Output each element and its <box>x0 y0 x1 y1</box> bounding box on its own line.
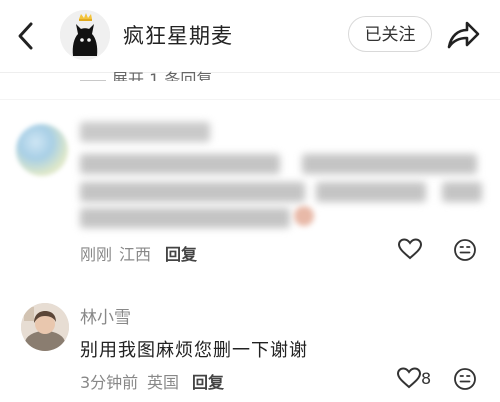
comment-time: 刚刚 <box>80 245 113 264</box>
expand-replies-link[interactable]: 展开 1 条回复 <box>112 67 212 81</box>
heart-icon[interactable] <box>397 237 423 261</box>
blurred-text-line <box>80 208 290 228</box>
emoji-icon[interactable] <box>453 238 477 262</box>
blurred-text-line <box>80 154 280 174</box>
user-avatar[interactable] <box>21 303 69 351</box>
follow-button[interactable]: 已关注 <box>348 16 432 52</box>
comment-divider <box>0 99 500 100</box>
comment-location: 江西 <box>119 245 152 264</box>
comment-time: 3分钟前 <box>80 373 139 392</box>
blurred-text-line <box>316 182 426 202</box>
reply-button[interactable]: 回复 <box>192 369 224 393</box>
blurred-text-line <box>80 182 305 202</box>
like-count: 8 <box>421 369 432 388</box>
back-arrow-icon[interactable] <box>12 20 40 52</box>
blurred-username <box>80 122 210 142</box>
comment-text: 别用我图麻烦您删一下谢谢 <box>80 340 308 361</box>
reply-button[interactable]: 回复 <box>165 241 197 265</box>
page-title: 疯狂星期麦 <box>123 24 233 48</box>
blurred-text-line <box>302 154 477 174</box>
heart-icon[interactable] <box>396 366 422 390</box>
blurred-avatar[interactable] <box>16 124 68 176</box>
author-avatar[interactable] <box>60 10 110 60</box>
expand-line <box>80 80 106 81</box>
comment-location: 英国 <box>147 373 180 392</box>
comment-username[interactable]: 林小雪 <box>80 303 131 328</box>
header-divider <box>0 72 500 73</box>
emoji-icon[interactable] <box>453 367 477 391</box>
blurred-text-line <box>442 182 482 202</box>
blurred-emoji <box>294 206 314 226</box>
share-icon[interactable] <box>445 18 481 52</box>
